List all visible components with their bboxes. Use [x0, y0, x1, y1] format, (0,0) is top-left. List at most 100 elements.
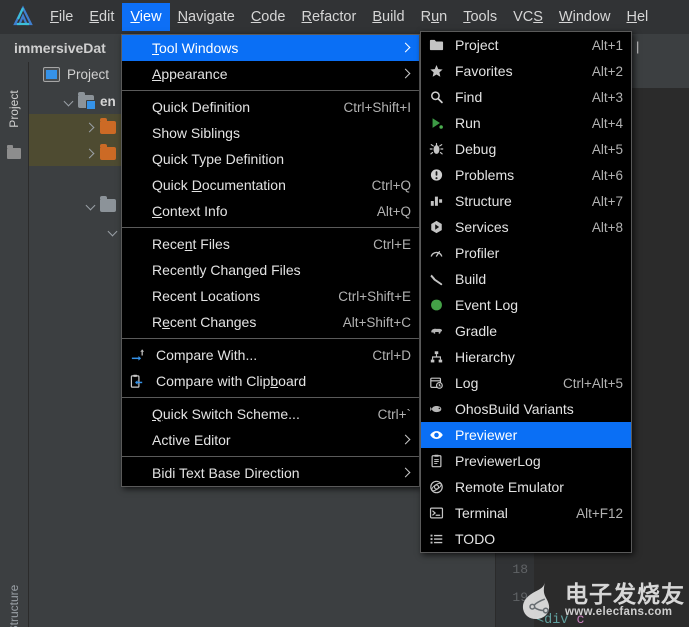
menu-item-recent-files[interactable]: Recent Files Ctrl+E [122, 231, 419, 257]
chevron-down-icon[interactable] [106, 225, 119, 238]
menubar-item-code[interactable]: Code [243, 3, 294, 31]
menu-bar: File Edit View Navigate Code Refactor Bu… [0, 0, 689, 34]
menu-item-previewer[interactable]: Previewer [421, 422, 631, 448]
menubar-item-help[interactable]: Hel [618, 3, 656, 31]
menu-item-accel: Alt+Shift+C [342, 314, 411, 330]
menu-item-label: Recent Files [152, 236, 357, 252]
menu-item-label: Favorites [455, 63, 513, 79]
structure-icon [425, 194, 447, 208]
menu-item-previewerlog[interactable]: PreviewerLog [421, 448, 631, 474]
menu-item-log[interactable]: Log Ctrl+Alt+5 [421, 370, 631, 396]
menu-item-accel: Alt+2 [591, 63, 623, 79]
chevron-right-icon[interactable] [84, 121, 97, 134]
menu-item-label: Bidi Text Base Direction [152, 465, 300, 481]
line-number: 18 [512, 562, 528, 577]
menu-item-remote-emulator[interactable]: Remote Emulator [421, 474, 631, 500]
menubar-item-window[interactable]: Window [551, 3, 619, 31]
menu-item-label: Find [455, 89, 483, 105]
menu-item-label: Compare with Clipboard [156, 373, 395, 389]
menu-item-problems[interactable]: Problems Alt+6 [421, 162, 631, 188]
menu-item-label-rest: uick Switch Scheme... [162, 406, 300, 422]
menu-item-structure[interactable]: Structure Alt+7 [421, 188, 631, 214]
menu-item-services[interactable]: Services Alt+8 [421, 214, 631, 240]
sidebar-tab-structure[interactable]: Structure [7, 574, 21, 627]
chevron-right-icon[interactable] [84, 147, 97, 160]
menubar-item-edit[interactable]: Edit [81, 3, 122, 31]
menu-item-quick-type-definition[interactable]: Quick Type Definition [122, 146, 419, 172]
menubar-item-refactor[interactable]: Refactor [294, 3, 365, 31]
menu-item-quick-documentation[interactable]: Quick Documentation Ctrl+Q [122, 172, 419, 198]
menu-item-compare-with-clipboard[interactable]: Compare with Clipboard [122, 368, 419, 394]
menu-mnemonic: A [152, 66, 162, 82]
menu-item-recent-locations[interactable]: Recent Locations Ctrl+Shift+E [122, 283, 419, 309]
menu-item-label: Active Editor [152, 432, 231, 448]
menu-item-project[interactable]: Project Alt+1 [421, 32, 631, 58]
eye-icon [425, 428, 447, 442]
menu-item-accel: Alt+4 [591, 115, 623, 131]
menu-item-debug[interactable]: Debug Alt+5 [421, 136, 631, 162]
menu-item-accel: Alt+3 [591, 89, 623, 105]
menu-item-label: Recent Changes [152, 314, 327, 330]
menubar-item-vcs[interactable]: VCS [505, 3, 551, 31]
menubar-item-run[interactable]: Run [413, 3, 456, 31]
menu-item-accel: Ctrl+Alt+5 [562, 375, 623, 391]
sidebar-tab-project[interactable]: Project [7, 74, 21, 144]
menu-item-label: Quick Documentation [152, 177, 356, 193]
menubar-item-view-rest: iew [139, 9, 162, 25]
problems-icon [425, 168, 447, 182]
menu-item-show-siblings[interactable]: Show Siblings [122, 120, 419, 146]
chevron-down-icon[interactable] [84, 199, 97, 212]
menu-item-bidi-text-base-direction[interactable]: Bidi Text Base Direction [122, 460, 419, 486]
menu-item-recently-changed-files[interactable]: Recently Changed Files [122, 257, 419, 283]
menu-item-quick-switch-scheme[interactable]: Quick Switch Scheme... Ctrl+` [122, 401, 419, 427]
menu-item-label: Debug [455, 141, 497, 157]
menubar-mnemonic: S [533, 9, 543, 25]
menu-item-event-log[interactable]: Event Log [421, 292, 631, 318]
menu-item-label-pre: Rece [152, 236, 185, 252]
menu-item-label-rest: ool Windows [159, 40, 239, 56]
menubar-item-code-rest: ode [261, 9, 286, 25]
menubar-item-build[interactable]: Build [364, 3, 412, 31]
menu-item-todo[interactable]: TODO [421, 526, 631, 552]
left-tool-strip: Project Structure [0, 62, 29, 627]
menubar-item-file[interactable]: File [42, 3, 81, 31]
terminal-icon [425, 506, 447, 520]
menu-item-find[interactable]: Find Alt+3 [421, 84, 631, 110]
menu-item-gradle[interactable]: Gradle [421, 318, 631, 344]
menu-item-profiler[interactable]: Profiler [421, 240, 631, 266]
menu-item-build[interactable]: Build [421, 266, 631, 292]
menu-item-label: Log [455, 375, 479, 391]
menu-item-tool-windows[interactable]: Tool Windows [122, 35, 419, 61]
menu-item-recent-changes[interactable]: Recent Changes Alt+Shift+C [122, 309, 419, 335]
menu-item-context-info[interactable]: Context Info Alt+Q [122, 198, 419, 224]
menu-item-label: Terminal [455, 505, 508, 521]
menu-item-label-rest: ontext Info [162, 203, 228, 219]
menu-item-label-post: cent Changes [169, 314, 257, 330]
menu-item-label: Event Log [455, 297, 519, 313]
menu-item-ohosbuild-variants[interactable]: OhosBuild Variants [421, 396, 631, 422]
profiler-gauge-icon [425, 246, 447, 260]
menubar-item-navigate[interactable]: Navigate [170, 3, 243, 31]
menu-item-appearance[interactable]: Appearance [122, 61, 419, 87]
compare-icon [126, 348, 148, 363]
menu-mnemonic: T [152, 40, 159, 56]
chevron-down-icon[interactable] [62, 95, 75, 108]
menu-item-compare-with[interactable]: Compare With... Ctrl+D [122, 342, 419, 368]
menu-item-label: TODO [455, 531, 496, 547]
search-icon [425, 90, 447, 104]
menu-item-terminal[interactable]: Terminal Alt+F12 [421, 500, 631, 526]
menu-item-favorites[interactable]: Favorites Alt+2 [421, 58, 631, 84]
menubar-item-view[interactable]: View [122, 3, 170, 31]
menu-item-quick-definition[interactable]: Quick Definition Ctrl+Shift+I [122, 94, 419, 120]
menu-item-hierarchy[interactable]: Hierarchy [421, 344, 631, 370]
menu-item-active-editor[interactable]: Active Editor [122, 427, 419, 453]
menu-item-accel: Ctrl+Shift+I [343, 99, 411, 115]
menu-item-label-post: oard [278, 373, 307, 389]
menu-item-label: Project [455, 37, 499, 53]
menu-item-run[interactable]: Run Alt+4 [421, 110, 631, 136]
menu-item-accel: Alt+F12 [576, 505, 623, 521]
project-panel-title: Project [67, 66, 110, 82]
menu-item-accel: Ctrl+E [373, 236, 411, 252]
compare-clipboard-icon [126, 374, 148, 389]
menubar-item-tools[interactable]: Tools [455, 3, 505, 31]
